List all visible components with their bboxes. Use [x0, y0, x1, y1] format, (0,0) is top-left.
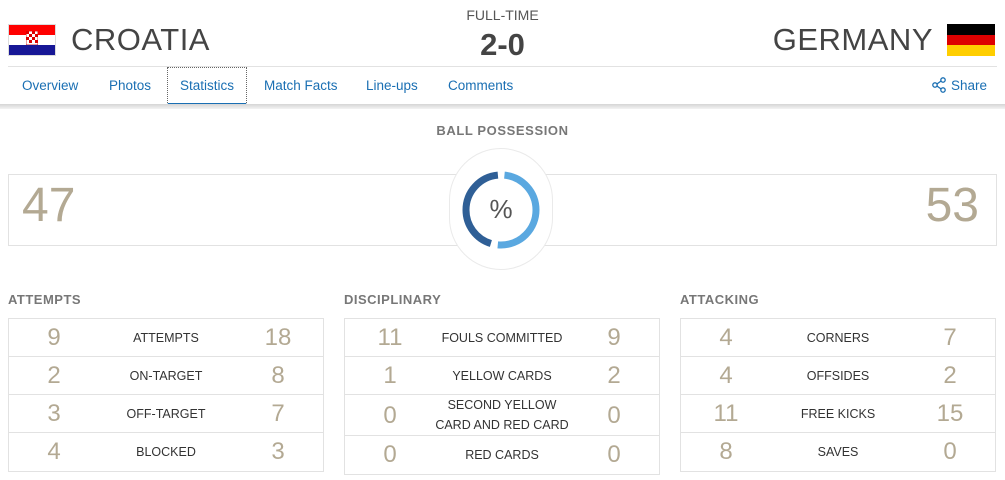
stat-label: RED CARDS	[465, 448, 539, 462]
home-stat-value: 4	[719, 324, 733, 351]
away-stat-value: 3	[271, 438, 285, 465]
stat-label: YELLOW CARDS	[452, 368, 552, 383]
home-possession-value: 47	[22, 179, 76, 232]
match-tabs: Overview Photos Statistics Match Facts L…	[8, 67, 997, 105]
share-icon	[932, 77, 946, 93]
home-stat-value: 11	[377, 324, 403, 351]
stat-row: 11 FOULS COMMITTED 9	[345, 319, 659, 357]
home-stat-value: 2	[47, 362, 61, 389]
stat-row: 4 BLOCKED 3	[9, 433, 323, 471]
match-status: FULL-TIME	[466, 7, 539, 23]
attacking-panel: 4 CORNERS 7 4 OFFSIDES 2 11 FREE KICKS 1…	[680, 318, 996, 472]
stat-label: OFF-TARGET	[126, 406, 206, 421]
stat-row: 0 RED CARDS 0	[345, 436, 659, 474]
stat-label: SAVES	[817, 445, 859, 459]
stat-row: 4 CORNERS 7	[681, 319, 995, 357]
attacking-section-title: ATTACKING	[680, 292, 760, 307]
stat-row: 1 YELLOW CARDS 2	[345, 357, 659, 395]
percent-symbol: %	[489, 194, 513, 224]
away-stat-value: 7	[943, 324, 957, 351]
away-stat-value: 18	[264, 324, 292, 351]
tab-photos[interactable]: Photos	[109, 67, 151, 105]
stat-row: 0 SECOND YELLOW CARD AND RED CARD 0	[345, 395, 659, 436]
away-stat-value: 8	[271, 362, 285, 389]
away-possession-value: 53	[925, 179, 979, 232]
tab-line-ups[interactable]: Line-ups	[366, 67, 418, 105]
stat-row: 4 OFFSIDES 2	[681, 357, 995, 395]
tab-statistics[interactable]: Statistics	[167, 67, 248, 105]
away-stat-value: 2	[607, 362, 621, 389]
home-stat-value: 1	[383, 362, 397, 389]
stat-label: FREE KICKS	[800, 406, 876, 421]
away-stat-value: 2	[943, 362, 957, 389]
home-stat-value: 3	[47, 400, 61, 427]
stat-row: 8 SAVES 0	[681, 433, 995, 471]
away-stat-value: 9	[607, 324, 621, 351]
tabs-shadow	[0, 104, 1005, 109]
home-stat-value: 0	[383, 441, 397, 468]
home-stat-value: 4	[719, 362, 733, 389]
tab-match-facts[interactable]: Match Facts	[264, 67, 338, 105]
away-stat-value: 0	[943, 438, 957, 465]
stat-label: BLOCKED	[136, 445, 196, 459]
away-stat-value: 0	[607, 402, 621, 429]
away-stat-value: 7	[271, 400, 285, 427]
away-stat-value: 0	[607, 441, 621, 468]
stat-row: 9 ATTEMPTS 18	[9, 319, 323, 357]
home-stat-value: 11	[713, 400, 739, 427]
attempts-panel: 9 ATTEMPTS 18 2 ON-TARGET 8 3 OFF-TARGET…	[8, 318, 324, 472]
possession-title: BALL POSSESSION	[436, 123, 569, 138]
share-button[interactable]: Share	[931, 67, 987, 105]
stat-label: ON-TARGET	[129, 368, 203, 383]
tab-comments[interactable]: Comments	[448, 67, 513, 105]
stat-label: SECOND YELLOW CARD AND RED CARD	[435, 398, 569, 432]
home-stat-value: 0	[383, 402, 397, 429]
share-label: Share	[950, 78, 987, 93]
stat-label: FOULS COMMITTED	[441, 330, 563, 345]
disciplinary-section-title: DISCIPLINARY	[344, 292, 442, 307]
disciplinary-panel: 11 FOULS COMMITTED 9 1 YELLOW CARDS 2 0 …	[344, 318, 660, 475]
home-stat-value: 9	[47, 324, 61, 351]
away-team-name: GERMANY	[772, 22, 933, 57]
match-header: CROATIA FULL-TIME 2-0 GERMANY	[0, 0, 1005, 66]
stat-row: 11 FREE KICKS 15	[681, 395, 995, 433]
stat-row: 2 ON-TARGET 8	[9, 357, 323, 395]
stat-label: CORNERS	[806, 330, 870, 345]
home-stat-value: 8	[719, 438, 733, 465]
germany-flag-icon	[947, 24, 995, 56]
tab-overview[interactable]: Overview	[22, 67, 78, 105]
home-stat-value: 4	[47, 438, 61, 465]
stat-label: ATTEMPTS	[133, 330, 199, 345]
stat-row: 3 OFF-TARGET 7	[9, 395, 323, 433]
stat-label: OFFSIDES	[806, 368, 870, 383]
attempts-section-title: ATTEMPTS	[8, 292, 82, 307]
away-stat-value: 15	[936, 400, 964, 427]
